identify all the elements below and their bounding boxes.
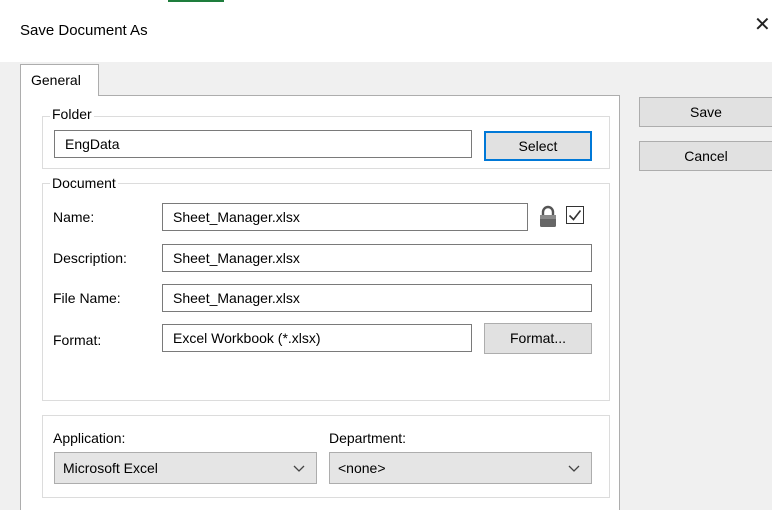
save-button[interactable]: Save xyxy=(639,97,772,127)
title-accent-strip xyxy=(168,0,224,2)
application-selected-value: Microsoft Excel xyxy=(63,460,158,476)
select-folder-button[interactable]: Select xyxy=(484,131,592,161)
application-select[interactable]: Microsoft Excel xyxy=(54,452,317,484)
format-label: Format: xyxy=(53,332,102,348)
name-input[interactable]: Sheet_Manager.xlsx xyxy=(162,203,528,231)
application-label: Application: xyxy=(53,430,126,446)
name-label: Name: xyxy=(53,209,95,225)
folder-legend: Folder xyxy=(50,106,94,122)
format-button[interactable]: Format... xyxy=(484,323,592,354)
department-label: Department: xyxy=(329,430,407,446)
chevron-down-icon xyxy=(567,453,581,483)
chevron-down-icon xyxy=(292,453,306,483)
folder-input[interactable]: EngData xyxy=(54,130,472,158)
file-name-input[interactable]: Sheet_Manager.xlsx xyxy=(162,284,592,312)
lock-icon[interactable] xyxy=(538,205,558,229)
format-value: Excel Workbook (*.xlsx) xyxy=(162,324,472,352)
department-select[interactable]: <none> xyxy=(329,452,592,484)
close-icon[interactable]: ✕ xyxy=(754,14,772,36)
tab-general[interactable]: General xyxy=(20,64,99,96)
cancel-button[interactable]: Cancel xyxy=(639,141,772,171)
dialog-title: Save Document As xyxy=(20,22,148,39)
file-name-label: File Name: xyxy=(53,290,121,306)
department-selected-value: <none> xyxy=(338,460,386,476)
name-checkbox[interactable] xyxy=(566,206,586,226)
description-input[interactable]: Sheet_Manager.xlsx xyxy=(162,244,592,272)
description-label: Description: xyxy=(53,250,127,266)
document-legend: Document xyxy=(50,175,118,191)
